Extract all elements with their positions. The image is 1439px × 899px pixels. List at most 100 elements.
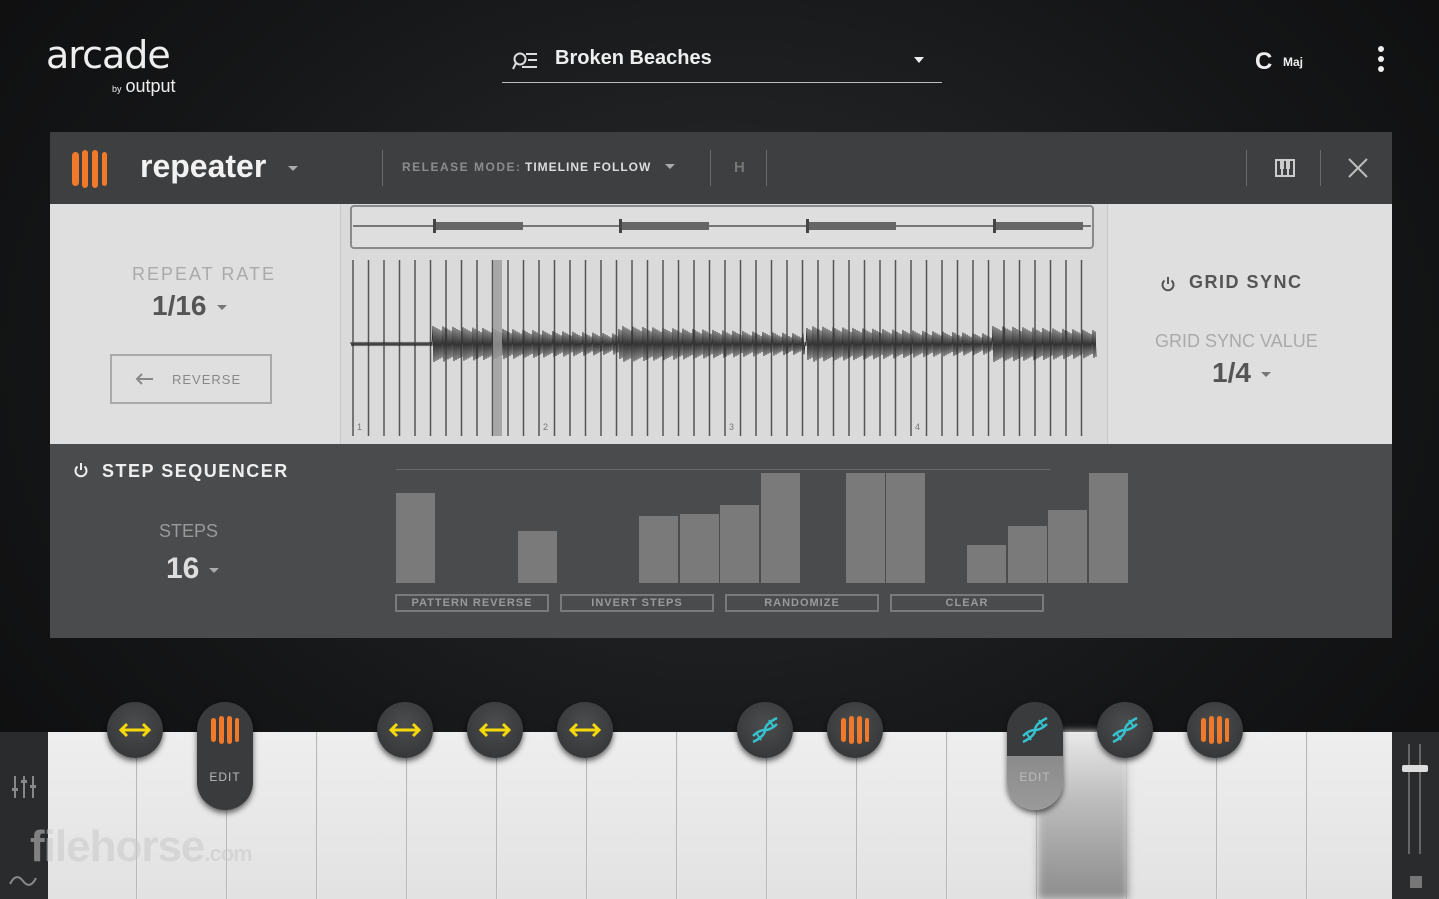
waveform-svg[interactable]: 1 2 3 4: [341, 204, 1107, 444]
modifier-knob[interactable]: [377, 702, 433, 758]
level-meter[interactable]: [1402, 744, 1428, 854]
chevron-down-icon[interactable]: [288, 166, 298, 171]
overview-hit: [993, 222, 1083, 230]
grid-sync-value: 1/4: [1212, 357, 1251, 388]
step-bar[interactable]: [760, 473, 800, 583]
clear-button[interactable]: CLEAR: [890, 594, 1044, 612]
step-bar[interactable]: [679, 513, 719, 583]
repeat-rate-label: REPEAT RATE: [132, 264, 277, 284]
white-key[interactable]: [1308, 732, 1397, 899]
h-button[interactable]: H: [734, 159, 745, 176]
playhead: [493, 260, 502, 436]
right-side-panel: [1392, 732, 1439, 899]
logo-brand-text: output: [125, 76, 176, 96]
edit-label: EDIT: [1019, 770, 1051, 784]
preset-name: Broken Beaches: [555, 47, 712, 69]
release-mode-value[interactable]: TIMELINE FOLLOW: [525, 160, 651, 174]
step-bar[interactable]: [1048, 510, 1087, 583]
logo-text: arcade: [46, 33, 171, 77]
step-bar[interactable]: [639, 515, 678, 583]
repeat-rate-dropdown[interactable]: 1/16: [152, 290, 227, 322]
modifier-knob[interactable]: [1187, 702, 1243, 758]
chevron-down-icon: [216, 305, 227, 311]
waveform-display[interactable]: 1 2 3 4: [340, 204, 1108, 444]
grid-sync-toggle[interactable]: GRID SYNC: [1189, 272, 1303, 293]
dna-icon: [1007, 702, 1063, 763]
overview-hit: [806, 222, 896, 230]
chevron-down-icon: [209, 567, 220, 573]
logo-by: by: [112, 84, 122, 94]
step-bars[interactable]: [396, 469, 1128, 583]
steps-dropdown[interactable]: 16: [166, 552, 220, 586]
reverse-button[interactable]: REVERSE: [110, 354, 272, 404]
invert-steps-button[interactable]: INVERT STEPS: [560, 594, 714, 612]
bar-number: 3: [729, 422, 734, 432]
power-icon[interactable]: [1160, 276, 1176, 292]
step-bar[interactable]: [1088, 473, 1128, 583]
steps-label: STEPS: [159, 521, 219, 541]
release-mode-label: RELEASE MODE:: [402, 160, 522, 174]
repeater-controls: REPEAT RATE 1/16 REVERSE 1 2 3 4 GRID SYNC: [50, 204, 1392, 444]
chevron-down-icon[interactable]: [665, 164, 675, 169]
modifier-knob[interactable]: [557, 702, 613, 758]
arrow-left-icon: [135, 373, 153, 385]
modifier-knob[interactable]: [107, 702, 163, 758]
step-bar[interactable]: [517, 531, 557, 583]
arcade-logo: arcade by output: [46, 33, 176, 96]
effect-header: repeater RELEASE MODE: TIMELINE FOLLOW H: [50, 132, 1392, 204]
repeat-rate-value: 1/16: [152, 290, 207, 321]
modifier-edit-pill[interactable]: EDIT: [197, 702, 253, 810]
effect-panel: repeater RELEASE MODE: TIMELINE FOLLOW H…: [50, 132, 1392, 638]
mixer-icon[interactable]: [11, 774, 37, 800]
overview-hit: [433, 222, 523, 230]
watermark: filehorse.com: [30, 822, 253, 872]
overview-hit-mark: [993, 219, 996, 233]
grid-sync-dropdown[interactable]: 1/4: [1212, 357, 1271, 389]
preset-selector[interactable]: Broken Beaches: [502, 40, 942, 83]
repeater-icon: [72, 150, 107, 188]
step-bar[interactable]: [967, 544, 1006, 583]
modifier-knob[interactable]: [1097, 702, 1153, 758]
steps-value: 16: [166, 552, 200, 585]
step-bar[interactable]: [720, 504, 759, 583]
randomize-button[interactable]: RANDOMIZE: [725, 594, 879, 612]
step-bar[interactable]: [886, 473, 925, 583]
stop-icon[interactable]: [1410, 876, 1422, 888]
effect-name[interactable]: repeater: [140, 148, 266, 185]
modifier-edit-pill[interactable]: EDIT: [1007, 702, 1063, 810]
watermark-text: filehorse: [30, 822, 205, 871]
reverse-label: REVERSE: [172, 372, 242, 387]
overview-hit-mark: [433, 219, 436, 233]
step-bar[interactable]: [1007, 525, 1047, 583]
step-sequencer-title[interactable]: STEP SEQUENCER: [102, 461, 289, 482]
preset-browser-icon[interactable]: [512, 50, 538, 72]
watermark-suffix: .com: [204, 841, 252, 866]
logo-brand: by output: [112, 76, 176, 97]
chevron-down-icon[interactable]: [914, 57, 924, 63]
overview-hit: [619, 222, 709, 230]
power-icon[interactable]: [73, 462, 89, 478]
more-menu-icon[interactable]: [1376, 46, 1386, 76]
key-note[interactable]: C: [1255, 48, 1272, 76]
modifier-knob[interactable]: [467, 702, 523, 758]
bar-number: 1: [357, 422, 362, 432]
wave-icon[interactable]: [8, 872, 38, 890]
modifier-knob[interactable]: [827, 702, 883, 758]
left-side-panel: [0, 732, 48, 899]
modifier-knob[interactable]: [737, 702, 793, 758]
step-bar[interactable]: [396, 492, 435, 583]
chevron-down-icon: [1260, 372, 1271, 378]
bar-number: 2: [543, 422, 548, 432]
pattern-reverse-button[interactable]: PATTERN REVERSE: [395, 594, 549, 612]
overview-hit-mark: [806, 219, 809, 233]
key-mode[interactable]: Maj: [1283, 55, 1303, 69]
edit-label: EDIT: [209, 770, 241, 784]
waveform-path: [350, 325, 1097, 363]
step-bar[interactable]: [845, 473, 885, 583]
overview-hit-mark: [619, 219, 622, 233]
repeater-icon: [197, 702, 253, 763]
keyboard-icon[interactable]: [1275, 159, 1295, 177]
close-icon[interactable]: [1347, 157, 1369, 179]
grid-sync-value-label: GRID SYNC VALUE: [1155, 331, 1318, 351]
bar-number: 4: [915, 422, 920, 432]
